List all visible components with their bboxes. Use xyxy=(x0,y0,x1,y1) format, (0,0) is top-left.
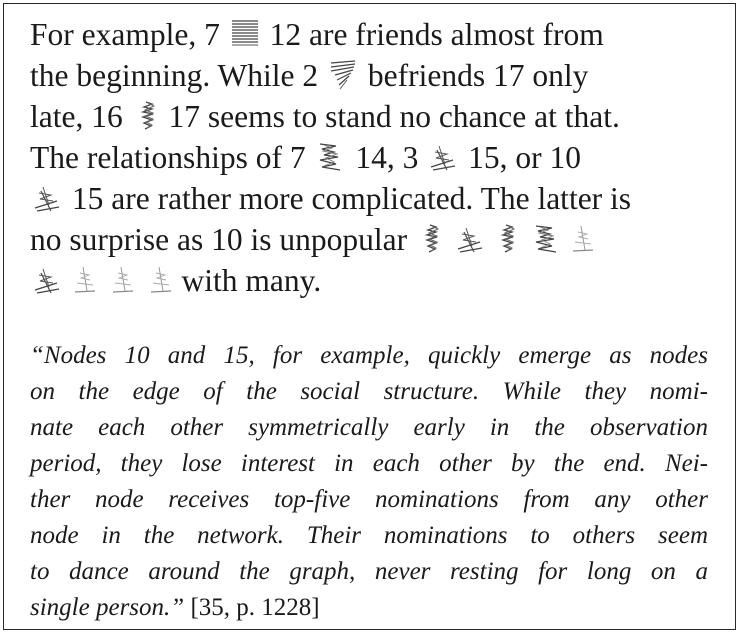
wavy-stroke-icon xyxy=(529,222,559,256)
citation: [35, p. 1228] xyxy=(190,594,320,621)
quote-line: “Nodes 10 and 15, for example, quickly e… xyxy=(30,342,708,369)
faint-scribble-icon xyxy=(106,263,136,297)
quote-line: single person.” xyxy=(30,594,185,621)
paragraph-line-4: The relationships of 7 14, 3 15, or 10 xyxy=(30,137,720,178)
dense-horizontal-strokes-icon xyxy=(228,17,262,51)
text-segment: with many. xyxy=(181,263,322,298)
cross-hatch-icon xyxy=(30,181,64,215)
quote-line: period, they lose interest in each other… xyxy=(30,450,708,477)
block-quote: “Nodes 10 and 15, for example, quickly e… xyxy=(30,338,708,626)
paragraph-line-2: the beginning. While 2 befriends 17 only xyxy=(30,55,720,96)
text-segment: 15, or 10 xyxy=(468,140,581,175)
faint-scribble-icon xyxy=(68,263,98,297)
vertical-stripe-icon xyxy=(415,222,445,256)
vertical-stripe-icon xyxy=(131,99,161,133)
cross-hatch-icon xyxy=(453,222,483,256)
text-segment: 17 seems to stand no chance at that. xyxy=(168,99,620,134)
quote-line: on the edge of the social structure. Whi… xyxy=(30,378,708,405)
paragraph-line-7: with many. xyxy=(30,260,720,301)
cross-hatch-icon xyxy=(30,263,60,297)
text-segment: The relationships of 7 xyxy=(30,140,306,175)
text-segment: late, 16 xyxy=(30,99,123,134)
text-segment: 14, 3 xyxy=(355,140,419,175)
text-segment: befriends 17 only xyxy=(367,58,589,93)
cross-hatch-icon xyxy=(426,140,460,174)
paragraph-line-3: late, 16 17 seems to stand no chance at … xyxy=(30,96,720,137)
quote-line: to dance around the graph, never resting… xyxy=(30,558,708,585)
diagonal-hatch-icon xyxy=(326,58,360,92)
faint-scribble-icon xyxy=(144,263,174,297)
vertical-stripe-icon xyxy=(491,222,521,256)
quote-line: node in the network. Their nominations t… xyxy=(30,522,708,549)
wavy-stroke-icon xyxy=(313,140,347,174)
text-segment: For example, 7 xyxy=(30,17,220,52)
paragraph-line-6: no surprise as 10 is unpopular xyxy=(30,219,720,260)
text-segment: 12 are friends almost from xyxy=(269,17,604,52)
quote-last-line: single person.” [35, p. 1228] xyxy=(30,590,708,626)
quote-line: nate each other symmetrically early in t… xyxy=(30,414,708,441)
main-paragraph: For example, 7 12 are friends almost fro… xyxy=(30,14,720,301)
faint-scribble-icon xyxy=(566,222,596,256)
text-segment: the beginning. While 2 xyxy=(30,58,319,93)
quote-line: ther node receives top-five nominations … xyxy=(30,486,708,513)
paragraph-line-1: For example, 7 12 are friends almost fro… xyxy=(30,14,720,55)
paragraph-line-5: 15 are rather more complicated. The latt… xyxy=(30,178,720,219)
text-segment: 15 are rather more complicated. The latt… xyxy=(71,181,632,216)
text-segment: no surprise as 10 is unpopular xyxy=(30,222,408,257)
